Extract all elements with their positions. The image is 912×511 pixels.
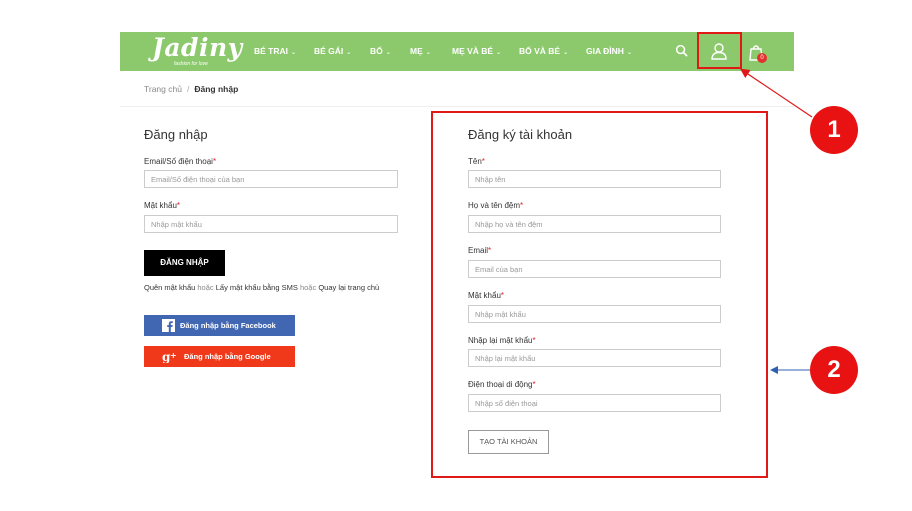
register-confirm-password-input[interactable]	[468, 349, 721, 367]
top-navbar: Jadiny fashion for love BÉ TRAI ⌄ BÉ GÁI ⌄…	[120, 32, 794, 71]
nav-item-bo-va-be[interactable]: BỐ VÀ BÉ ⌄	[519, 46, 568, 56]
nav-item-be-gai[interactable]: BÉ GÁI ⌄	[314, 46, 351, 56]
callout-2-badge: 2	[810, 346, 858, 394]
callout-1-badge: 1	[810, 106, 858, 154]
login-submit-button[interactable]: ĐĂNG NHẬP	[144, 250, 225, 276]
breadcrumb: Trang chủ / Đăng nhập	[144, 84, 238, 94]
google-plus-icon: g +	[162, 350, 177, 363]
breadcrumb-separator: /	[186, 84, 190, 94]
create-account-button[interactable]: TẠO TÀI KHOẢN	[468, 430, 549, 454]
logo-text: Jadiny	[152, 33, 243, 62]
register-email-input[interactable]	[468, 260, 721, 278]
chevron-down-icon: ⌄	[385, 50, 391, 56]
register-email-label: Email*	[468, 246, 492, 255]
register-title: Đăng ký tài khoản	[468, 127, 573, 142]
register-last-name-input[interactable]	[468, 215, 721, 233]
login-password-label: Mật khẩu*	[144, 201, 181, 210]
sms-password-link[interactable]: Lấy mật khẩu bằng SMS	[216, 283, 298, 292]
user-icon-highlight-box	[697, 32, 742, 69]
login-email-input[interactable]	[144, 170, 398, 188]
google-login-label: Đăng nhập bằng Google	[184, 352, 271, 361]
chevron-down-icon: ⌄	[346, 50, 352, 56]
nav-item-me-va-be[interactable]: MẸ VÀ BÉ ⌄	[452, 46, 501, 56]
nav-item-bo[interactable]: BỐ ⌄	[370, 46, 391, 56]
register-first-name-input[interactable]	[468, 170, 721, 188]
register-phone-input[interactable]	[468, 394, 721, 412]
back-home-link[interactable]: Quay lại trang chủ	[318, 283, 379, 292]
register-password-input[interactable]	[468, 305, 721, 323]
site-logo[interactable]: Jadiny fashion for love	[152, 33, 242, 68]
breadcrumb-current: Đăng nhập	[194, 84, 239, 94]
register-phone-label: Điện thoại di động*	[468, 380, 536, 389]
login-password-input[interactable]	[144, 215, 398, 233]
chevron-down-icon: ⌄	[425, 50, 431, 56]
forgot-password-link[interactable]: Quên mật khẩu	[144, 283, 195, 292]
search-icon[interactable]	[675, 44, 688, 57]
cart-count-badge: 0	[757, 53, 767, 63]
facebook-icon	[162, 319, 175, 332]
breadcrumb-divider	[120, 106, 794, 107]
facebook-login-button[interactable]: Đăng nhập bằng Facebook	[144, 315, 295, 336]
nav-item-me[interactable]: MẸ ⌄	[410, 46, 431, 56]
chevron-down-icon: ⌄	[626, 50, 632, 56]
logo-tagline: fashion for love	[174, 61, 208, 67]
nav-item-be-trai[interactable]: BÉ TRAI ⌄	[254, 46, 296, 56]
breadcrumb-home[interactable]: Trang chủ	[144, 84, 182, 94]
login-email-label: Email/Số điện thoại*	[144, 157, 217, 166]
register-first-name-label: Tên*	[468, 157, 485, 166]
login-help-links: Quên mật khẩu hoặc Lấy mật khẩu bằng SMS…	[144, 283, 380, 292]
chevron-down-icon: ⌄	[496, 50, 502, 56]
svg-text:+: +	[170, 351, 177, 360]
facebook-login-label: Đăng nhập bằng Facebook	[180, 321, 276, 330]
google-login-button[interactable]: g + Đăng nhập bằng Google	[144, 346, 295, 367]
login-title: Đăng nhập	[144, 127, 208, 142]
chevron-down-icon: ⌄	[563, 50, 569, 56]
register-confirm-password-label: Nhập lại mật khẩu*	[468, 336, 536, 345]
chevron-down-icon: ⌄	[291, 50, 297, 56]
register-last-name-label: Họ và tên đệm*	[468, 201, 524, 210]
callout-1-arrow	[740, 68, 813, 118]
nav-item-gia-dinh[interactable]: GIA ĐÌNH ⌄	[586, 46, 632, 56]
register-password-label: Mật khẩu*	[468, 291, 505, 300]
